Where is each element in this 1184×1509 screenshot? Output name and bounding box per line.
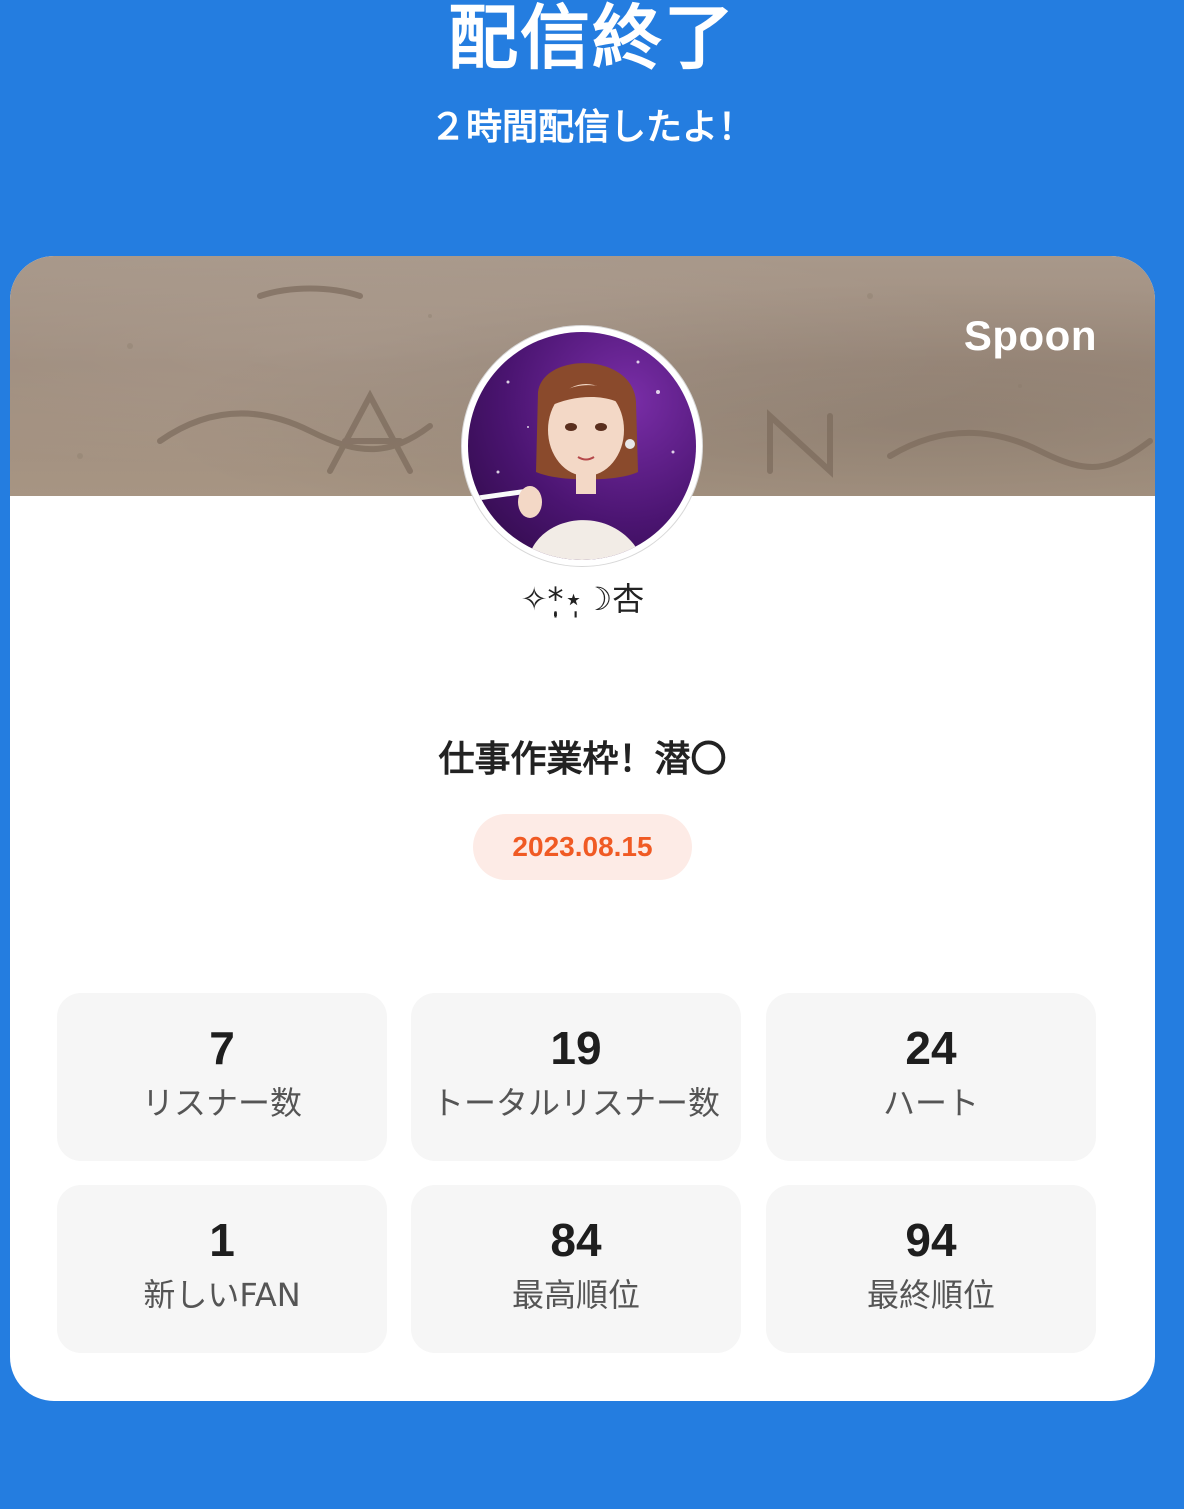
stat-label: 最高順位: [511, 1276, 640, 1314]
stat-label: 新しいFAN: [143, 1276, 301, 1314]
stat-value: 24: [905, 1022, 957, 1074]
page-title: 配信終了: [448, 0, 736, 79]
live-title: 仕事作業枠！潜〇: [438, 739, 727, 780]
stat-label: ハート: [882, 1084, 979, 1122]
sand-letter-a: [327, 389, 413, 474]
avatar-image: [468, 332, 696, 560]
avatar[interactable]: [462, 326, 702, 566]
stat-final-rank: 94 最終順位: [766, 1185, 1096, 1353]
date-badge: 2023.08.15: [473, 814, 692, 880]
stat-highest-rank: 84 最高順位: [411, 1185, 741, 1353]
stat-value: 94: [905, 1214, 957, 1266]
username: ✧*̣̩⋆̩☽杏: [520, 580, 645, 618]
stat-label: トータルリスナー数: [431, 1084, 720, 1122]
stat-value: 84: [550, 1214, 602, 1266]
sand-tilde-right: [887, 429, 1153, 470]
avatar-portrait-graphic: [478, 360, 675, 560]
stat-label: 最終順位: [866, 1276, 995, 1314]
live-summary-card: Spoon ✧*̣̩⋆̩☽杏 仕事作業枠！潜〇 2023.08.15 7 リスナ…: [10, 256, 1155, 1401]
stat-new-fans: 1 新しいFAN: [57, 1185, 387, 1353]
stat-value: 1: [209, 1214, 235, 1266]
stat-value: 7: [209, 1022, 235, 1074]
page-subtitle: ２時間配信したよ！: [429, 107, 754, 148]
spoon-logo: Spoon: [963, 312, 1097, 359]
stat-label: リスナー数: [141, 1084, 302, 1122]
stat-value: 19: [550, 1022, 602, 1074]
sand-letter-n-2: [767, 409, 833, 478]
stat-total-listeners: 19 トータルリスナー数: [411, 993, 741, 1161]
stat-hearts: 24 ハート: [766, 993, 1096, 1161]
stat-listeners: 7 リスナー数: [57, 993, 387, 1161]
sand-mark: [257, 285, 363, 299]
